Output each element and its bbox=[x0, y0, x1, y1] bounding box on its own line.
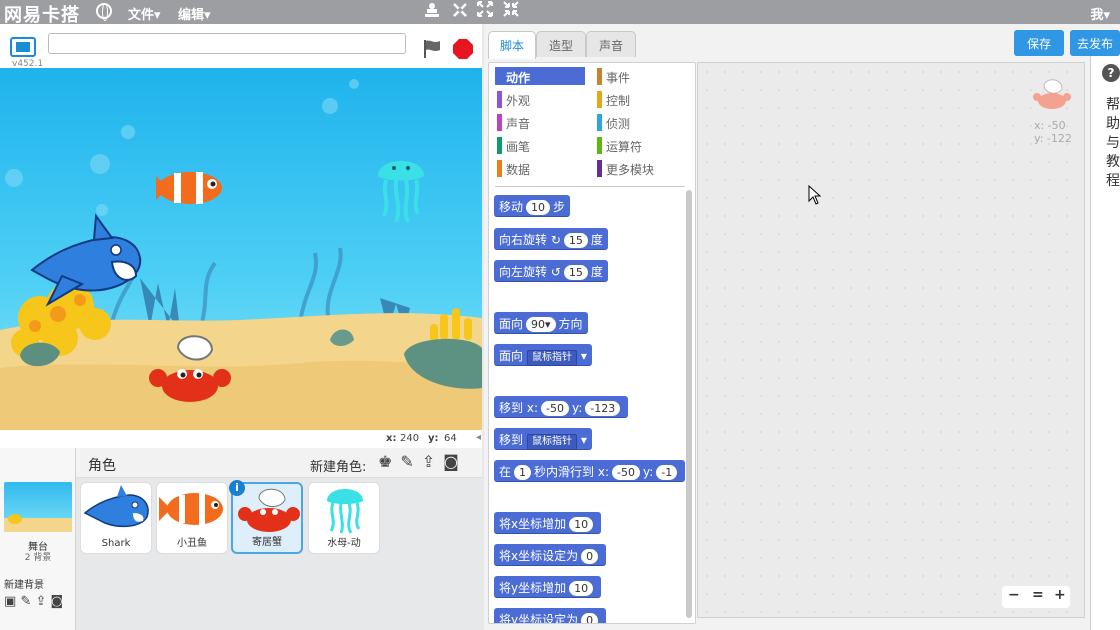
stop-icon[interactable] bbox=[452, 38, 474, 60]
publish-button[interactable]: 去发布 bbox=[1070, 30, 1120, 56]
mouse-x-value: 240 bbox=[400, 433, 420, 444]
stage-canvas[interactable] bbox=[0, 68, 482, 430]
sprite-x-readout: x: -50 bbox=[1034, 119, 1066, 132]
sprite-name: 寄居蟹 bbox=[252, 537, 282, 548]
category-data[interactable]: 数据 bbox=[495, 159, 585, 177]
sprite-panel: 舞台 2 背景 新建背景 ▣ ✎ ⇪ ◙ 角色 新建角色: ♚✎⇪◙ Shark… bbox=[0, 448, 482, 630]
camera-sprite-icon[interactable]: ◙ bbox=[443, 452, 467, 471]
paint-backdrop-icon[interactable]: ✎ bbox=[20, 594, 31, 609]
sprites-title: 角色 bbox=[88, 458, 116, 474]
tab-costumes[interactable]: 造型 bbox=[536, 31, 586, 57]
rotate-left-icon: ↺ bbox=[550, 265, 561, 279]
paint-sprite-icon[interactable]: ✎ bbox=[400, 452, 421, 471]
green-flag-icon[interactable] bbox=[421, 38, 443, 60]
sprite-card-clownfish[interactable]: 小丑鱼 bbox=[156, 482, 228, 554]
save-button[interactable]: 保存 bbox=[1014, 30, 1064, 56]
sprite-y-readout: y: -122 bbox=[1034, 132, 1072, 145]
sprite-preview-icon bbox=[1033, 79, 1071, 109]
upload-backdrop-icon[interactable]: ⇪ bbox=[35, 594, 46, 609]
block-goto[interactable]: 移到 鼠标指针 ▾ bbox=[494, 428, 592, 450]
language-globe-icon[interactable] bbox=[96, 3, 112, 21]
block-change-y[interactable]: 将y坐标增加 10 bbox=[494, 576, 602, 598]
stage-column: 舞台 2 背景 新建背景 ▣ ✎ ⇪ ◙ bbox=[0, 448, 76, 630]
menu-bar: 网易卡搭 文件▾ 编辑▾ 我▾ bbox=[0, 0, 1120, 26]
stage-thumbnail[interactable] bbox=[4, 482, 72, 532]
new-sprite-tools: ♚✎⇪◙ bbox=[378, 452, 467, 471]
sprite-card-shark[interactable]: Shark bbox=[80, 482, 152, 554]
camera-backdrop-icon[interactable]: ◙ bbox=[51, 594, 64, 609]
backdrop-count: 2 背景 bbox=[24, 553, 52, 563]
script-area[interactable]: x: -50 y: -122 bbox=[697, 62, 1085, 618]
mouse-cursor-icon bbox=[808, 185, 822, 205]
category-sound[interactable]: 声音 bbox=[495, 113, 585, 131]
category-operators[interactable]: 运算符 bbox=[595, 136, 685, 154]
block-point-direction[interactable]: 面向 90▾ 方向 bbox=[494, 312, 588, 334]
upload-sprite-icon[interactable]: ⇪ bbox=[422, 452, 443, 471]
zoom-reset-icon[interactable]: = bbox=[1032, 587, 1044, 603]
category-motion[interactable]: 动作 bbox=[495, 67, 585, 85]
block-change-x[interactable]: 将x坐标增加 10 bbox=[494, 512, 602, 534]
sprite-name: Shark bbox=[101, 538, 131, 549]
sprite-panel-header: 角色 新建角色: ♚✎⇪◙ bbox=[76, 448, 482, 478]
duplicate-stamp-icon[interactable] bbox=[424, 1, 440, 23]
block-move-steps[interactable]: 移动 10 步 bbox=[494, 195, 571, 217]
zoom-in-icon[interactable]: + bbox=[1054, 587, 1066, 603]
category-looks[interactable]: 外观 bbox=[495, 90, 585, 108]
rotate-right-icon: ↻ bbox=[550, 233, 561, 247]
block-set-x[interactable]: 将x坐标设定为 0 bbox=[494, 544, 607, 566]
zoom-controls: − = + bbox=[1002, 586, 1070, 608]
stage-header: v452.1 bbox=[0, 24, 482, 69]
mouse-coordinates: x: 240 y: 64 ◂ bbox=[0, 430, 482, 448]
sprite-info-icon[interactable]: i bbox=[229, 480, 245, 496]
user-menu[interactable]: 我▾ bbox=[1090, 4, 1110, 23]
file-menu[interactable]: 文件▾ bbox=[128, 4, 161, 23]
category-control[interactable]: 控制 bbox=[595, 90, 685, 108]
category-events[interactable]: 事件 bbox=[595, 67, 685, 85]
mouse-y-value: 64 bbox=[444, 433, 457, 444]
mouse-y-label: y: bbox=[428, 433, 439, 444]
project-title-input[interactable] bbox=[48, 33, 406, 54]
block-palette: 动作 事件 外观 控制 声音 侦测 画笔 运算符 数据 更多模块 移动 10 步 向… bbox=[488, 62, 696, 624]
zoom-out-icon[interactable]: − bbox=[1008, 587, 1020, 603]
block-goto-xy[interactable]: 移到 x: -50 y: -123 bbox=[494, 396, 629, 418]
grow-icon[interactable] bbox=[477, 1, 493, 21]
help-tutorial-label[interactable]: 帮助与教程 bbox=[1106, 96, 1120, 191]
new-backdrop-tools: ▣ ✎ ⇪ ◙ bbox=[4, 594, 74, 610]
new-sprite-label: 新建角色: bbox=[310, 460, 367, 475]
sprite-name: 水母-动 bbox=[327, 538, 361, 549]
palette-scrollbar[interactable] bbox=[686, 190, 692, 618]
edit-menu[interactable]: 编辑▾ bbox=[178, 4, 211, 23]
tab-scripts[interactable]: 脚本 bbox=[488, 31, 536, 59]
category-pen[interactable]: 画笔 bbox=[495, 136, 585, 154]
palette-divider bbox=[495, 186, 685, 187]
delete-scissors-icon[interactable] bbox=[451, 1, 469, 23]
help-icon[interactable]: ? bbox=[1102, 64, 1120, 82]
block-set-y[interactable]: 将y坐标设定为 0 bbox=[494, 608, 607, 623]
block-turn-right[interactable]: 向右旋转 ↻ 15 度 bbox=[494, 228, 608, 250]
block-turn-left[interactable]: 向左旋转 ↺ 15 度 bbox=[494, 260, 608, 282]
tab-sounds[interactable]: 声音 bbox=[586, 31, 636, 57]
fullscreen-icon[interactable] bbox=[10, 37, 36, 57]
collapse-arrow-icon[interactable]: ◂ bbox=[476, 432, 481, 443]
backdrop-library-icon[interactable]: ▣ bbox=[4, 594, 16, 609]
block-point-towards[interactable]: 面向 鼠标指针 ▾ bbox=[494, 344, 592, 366]
shrink-icon[interactable] bbox=[503, 1, 519, 21]
block-glide[interactable]: 在 1 秒内滑行到 x: -50 y: -1 bbox=[494, 460, 686, 482]
category-sensing[interactable]: 侦测 bbox=[595, 113, 685, 131]
sprite-card-jellyfish[interactable]: 水母-动 bbox=[308, 482, 380, 554]
sprite-name: 小丑鱼 bbox=[177, 538, 207, 549]
category-more-blocks[interactable]: 更多模块 bbox=[595, 159, 685, 177]
sprite-library-icon[interactable]: ♚ bbox=[378, 452, 400, 471]
mouse-x-label: x: bbox=[386, 433, 397, 444]
new-backdrop-label: 新建背景 bbox=[4, 580, 44, 591]
